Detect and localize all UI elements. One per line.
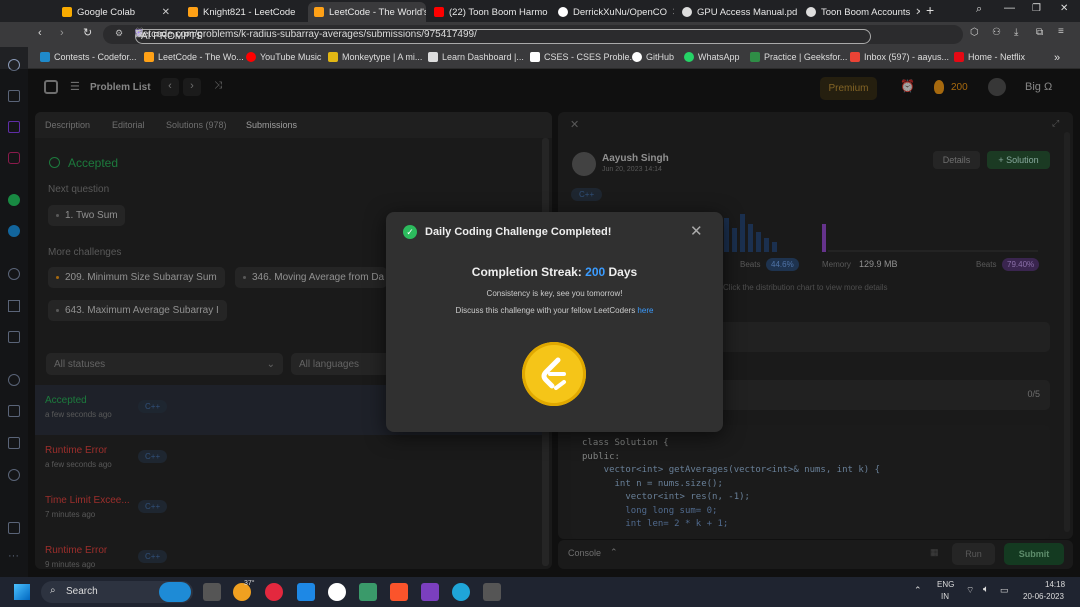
streak-value: 200: [585, 265, 606, 279]
globe-icon: [806, 7, 816, 17]
windows-taskbar: ⌕ Search 37° ⌃ ENG IN ⌔ 🔈︎ ▭ 14:18 20-06…: [0, 577, 1080, 607]
bookmark-gmail[interactable]: Inbox (597) - aayus...: [850, 52, 949, 62]
streak-line: Completion Streak: 200 Days: [386, 265, 723, 279]
weather-temp: 37°: [244, 580, 255, 587]
document-icon: [530, 52, 540, 62]
address-bar[interactable]: ⚙ leetcode.com/problems/k-radius-subarra…: [103, 25, 963, 44]
bing-icon[interactable]: [159, 582, 191, 602]
address-toolbar: ‹ › ↻ ⚙ leetcode.com/problems/k-radius-s…: [0, 22, 1080, 47]
bookmark-cses[interactable]: CSES - CSES Proble...: [530, 52, 637, 62]
region-indicator[interactable]: IN: [941, 592, 949, 601]
close-icon[interactable]: ✕: [915, 7, 920, 18]
taskbar-search[interactable]: ⌕ Search: [41, 581, 193, 603]
bookmark-leetcode[interactable]: LeetCode - The Wo...: [144, 52, 244, 62]
discuss-text: Discuss this challenge with your fellow …: [455, 306, 636, 315]
new-tab-button[interactable]: +: [926, 2, 934, 18]
tab-google-colab[interactable]: Google Colab ✕: [56, 2, 176, 22]
bookmark-geeksforgeeks[interactable]: Practice | Geeksfor...: [750, 52, 847, 62]
download-icon[interactable]: ⤓: [1014, 27, 1018, 38]
heart-icon[interactable]: ♡: [135, 27, 957, 38]
maximize-button[interactable]: ❐: [1032, 3, 1041, 14]
streak-unit: Days: [608, 265, 638, 279]
close-icon[interactable]: ✕: [690, 222, 703, 240]
vscode-icon[interactable]: [297, 583, 315, 601]
codeforces-icon: [40, 52, 50, 62]
colab-icon: [62, 7, 72, 17]
tab-leetcode-active[interactable]: LeetCode - The World's✕: [308, 2, 426, 22]
dashboard-icon: [428, 52, 438, 62]
leetcode-icon: [314, 7, 324, 17]
volume-icon[interactable]: 🔈︎: [983, 584, 989, 595]
extensions-icon[interactable]: ⧉: [1036, 27, 1043, 38]
search-icon: ⌕: [50, 585, 56, 596]
youtube-music-icon: [246, 52, 256, 62]
cube-icon[interactable]: ⬡: [970, 27, 979, 38]
wifi-icon[interactable]: ⌔: [966, 585, 974, 596]
globe-icon: [682, 7, 692, 17]
profile-icon[interactable]: ⚇: [992, 27, 1001, 38]
brave-icon[interactable]: [390, 583, 408, 601]
app-icon[interactable]: [328, 583, 346, 601]
close-icon[interactable]: ✕: [672, 7, 674, 18]
close-icon[interactable]: ✕: [162, 7, 170, 18]
minimize-button[interactable]: —: [1004, 2, 1015, 14]
forward-icon[interactable]: ›: [60, 27, 64, 39]
discuss-line: Discuss this challenge with your fellow …: [386, 306, 723, 315]
whatsapp-icon: [684, 52, 694, 62]
bookmark-monkeytype[interactable]: Monkeytype | A mi...: [328, 52, 422, 62]
battery-icon[interactable]: ▭: [1000, 585, 1009, 596]
bookmark-youtube-music[interactable]: YouTube Music: [246, 52, 321, 62]
onenote-icon[interactable]: [421, 583, 439, 601]
modal-title: Daily Coding Challenge Completed!: [425, 226, 612, 238]
search-tabs-icon[interactable]: ⌕: [976, 3, 982, 16]
github-icon: [632, 52, 642, 62]
menu-icon[interactable]: ≡: [1058, 26, 1064, 37]
daily-challenge-modal: ✓ Daily Coding Challenge Completed! ✕ Co…: [386, 212, 723, 432]
bookmarks-bar: Contests - Codefor... LeetCode - The Wo.…: [0, 47, 1080, 69]
discuss-link[interactable]: here: [637, 306, 653, 315]
bookmark-learn-dashboard[interactable]: Learn Dashboard |...: [428, 52, 524, 62]
streak-label: Completion Streak:: [471, 265, 582, 279]
gfg-icon: [750, 52, 760, 62]
tab-knight-leetcode[interactable]: Knight821 - LeetCode✕: [182, 2, 300, 22]
browser-tab-bar: Google Colab✕ Knight821 - LeetCode✕ Leet…: [0, 0, 1080, 22]
more-bookmarks-icon[interactable]: »: [1054, 52, 1060, 64]
reload-icon[interactable]: ↻: [83, 26, 92, 39]
bookmark-codeforces[interactable]: Contests - Codefor...: [40, 52, 137, 62]
streak-coin-icon: [522, 342, 586, 406]
bookmark-github[interactable]: GitHub: [632, 52, 674, 62]
clock-date[interactable]: 20-06-2023: [1023, 592, 1064, 601]
chevron-up-icon[interactable]: ⌃: [914, 585, 922, 596]
netflix-icon: [954, 52, 964, 62]
github-icon: [558, 7, 568, 17]
language-indicator[interactable]: ENG: [937, 580, 954, 589]
tab-github[interactable]: DerrickXuNu/OpenCO✕: [552, 2, 674, 22]
app-icon[interactable]: [483, 583, 501, 601]
check-circle-icon: ✓: [403, 225, 417, 239]
monkeytype-icon: [328, 52, 338, 62]
site-info-icon[interactable]: ⚙: [115, 28, 123, 39]
tab-toon-boom-accounts[interactable]: Toon Boom Accounts ✕: [800, 2, 920, 22]
leetcode-coin-icon: [541, 357, 566, 390]
consistency-text: Consistency is key, see you tomorrow!: [486, 289, 623, 298]
gmail-icon: [850, 52, 860, 62]
bookmark-whatsapp[interactable]: WhatsApp: [684, 52, 740, 62]
tab-gpu-manual[interactable]: GPU Access Manual.pd✕: [676, 2, 798, 22]
leetcode-icon: [144, 52, 154, 62]
bookmark-netflix[interactable]: Home - Netflix: [954, 52, 1025, 62]
edge-icon[interactable]: [452, 583, 470, 601]
task-view-icon[interactable]: [203, 583, 221, 601]
opera-icon[interactable]: [265, 583, 283, 601]
clock-time[interactable]: 14:18: [1045, 580, 1065, 589]
back-icon[interactable]: ‹: [38, 27, 42, 39]
tab-youtube[interactable]: (22) Toon Boom Harmo✕: [428, 2, 550, 22]
search-label: Search: [66, 586, 98, 597]
windows-start-icon[interactable]: [14, 584, 30, 600]
youtube-icon: [434, 7, 444, 17]
leetcode-icon: [188, 7, 198, 17]
app-icon[interactable]: [359, 583, 377, 601]
close-window-button[interactable]: ✕: [1060, 3, 1068, 14]
